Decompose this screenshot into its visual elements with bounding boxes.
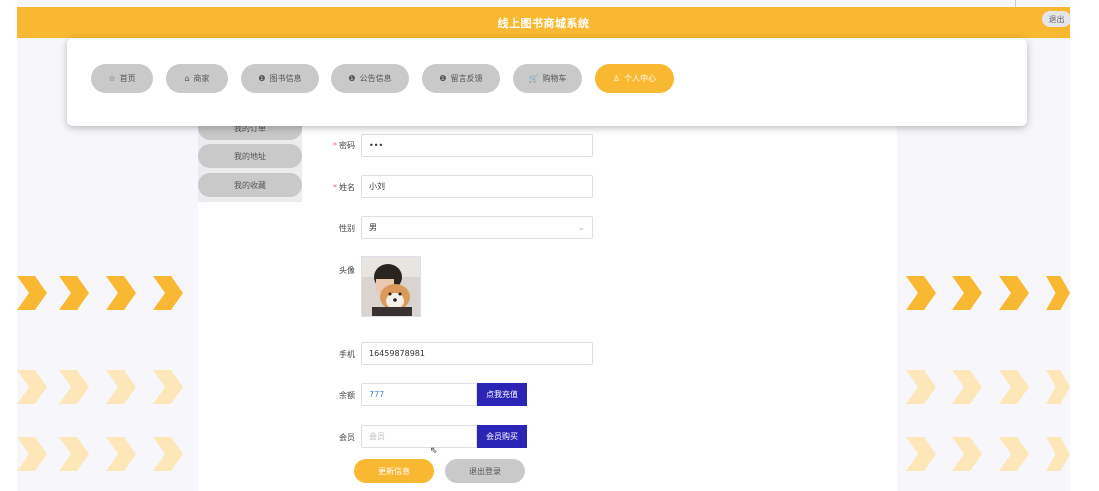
info-icon: ❶ — [439, 74, 447, 83]
nav-notice-button[interactable]: ❶ 公告信息 — [331, 64, 409, 93]
nav-home-button[interactable]: ☆ 首页 — [91, 64, 153, 93]
nav-feedback-button[interactable]: ❶ 留言反馈 — [422, 64, 500, 93]
mouse-cursor-icon: ⇖ — [430, 446, 438, 456]
member-placeholder: 会员 — [369, 432, 385, 441]
nav-cart-button[interactable]: 🛒 购物车 — [513, 64, 582, 93]
top-bar: 线上图书商城系统 — [17, 7, 1070, 38]
sidebar-item-address[interactable]: 我的地址 — [198, 144, 302, 168]
nav-label: 商家 — [193, 74, 210, 83]
gender-value: 男 — [369, 223, 377, 232]
avatar-image[interactable] — [361, 256, 421, 317]
nav-label: 留言反馈 — [450, 74, 483, 83]
member-label: 会员 — [339, 433, 355, 442]
recharge-button[interactable]: 点我充值 — [477, 383, 527, 406]
nav-book-info-button[interactable]: ❶ 图书信息 — [241, 64, 319, 93]
nav-label: 图书信息 — [269, 74, 302, 83]
user-icon: ♙ — [612, 74, 621, 83]
buy-membership-button[interactable]: 会员购买 — [477, 425, 527, 448]
phone-label: 手机 — [339, 350, 355, 359]
update-info-button[interactable]: 更新信息 — [354, 459, 434, 483]
name-label: * 姓名 — [333, 183, 355, 192]
logout-button[interactable]: 退出 — [1042, 11, 1071, 27]
password-field[interactable]: ••• — [361, 134, 593, 157]
nav-card: ☆ 首页 ⌂ 商家 ❶ 图书信息 ❶ 公告信息 ❶ 留言反馈 🛒 购物车 ♙ 个… — [67, 38, 1027, 126]
nav-label: 购物车 — [542, 74, 567, 83]
chevron-down-icon: ⌄ — [577, 222, 585, 233]
nav-label: 首页 — [119, 74, 136, 83]
home-icon: ⌂ — [184, 74, 190, 83]
member-field[interactable]: 会员 — [361, 425, 477, 448]
gender-label: 性别 — [339, 224, 355, 233]
phone-field[interactable]: 16459878981 — [361, 342, 593, 365]
info-icon: ❶ — [348, 74, 356, 83]
logout-account-button[interactable]: 退出登录 — [445, 459, 525, 483]
sidebar-item-favorites[interactable]: 我的收藏 — [198, 173, 302, 197]
nav-label: 公告信息 — [359, 74, 392, 83]
app-title: 线上图书商城系统 — [497, 16, 590, 30]
password-label: * 密码 — [333, 141, 355, 150]
star-icon: ☆ — [108, 74, 116, 83]
balance-label: 余额 — [339, 391, 355, 400]
info-icon: ❶ — [258, 74, 266, 83]
content-panel — [198, 110, 897, 491]
gender-select[interactable]: 男 ⌄ — [361, 216, 593, 239]
name-field[interactable]: 小刘 — [361, 175, 593, 198]
avatar-label: 头像 — [339, 266, 355, 275]
cart-icon: 🛒 — [528, 74, 539, 83]
balance-field: 777 — [361, 383, 477, 406]
nav-profile-button[interactable]: ♙ 个人中心 — [595, 64, 674, 93]
nav-merchant-button[interactable]: ⌂ 商家 — [166, 64, 228, 93]
nav-label: 个人中心 — [624, 74, 657, 83]
